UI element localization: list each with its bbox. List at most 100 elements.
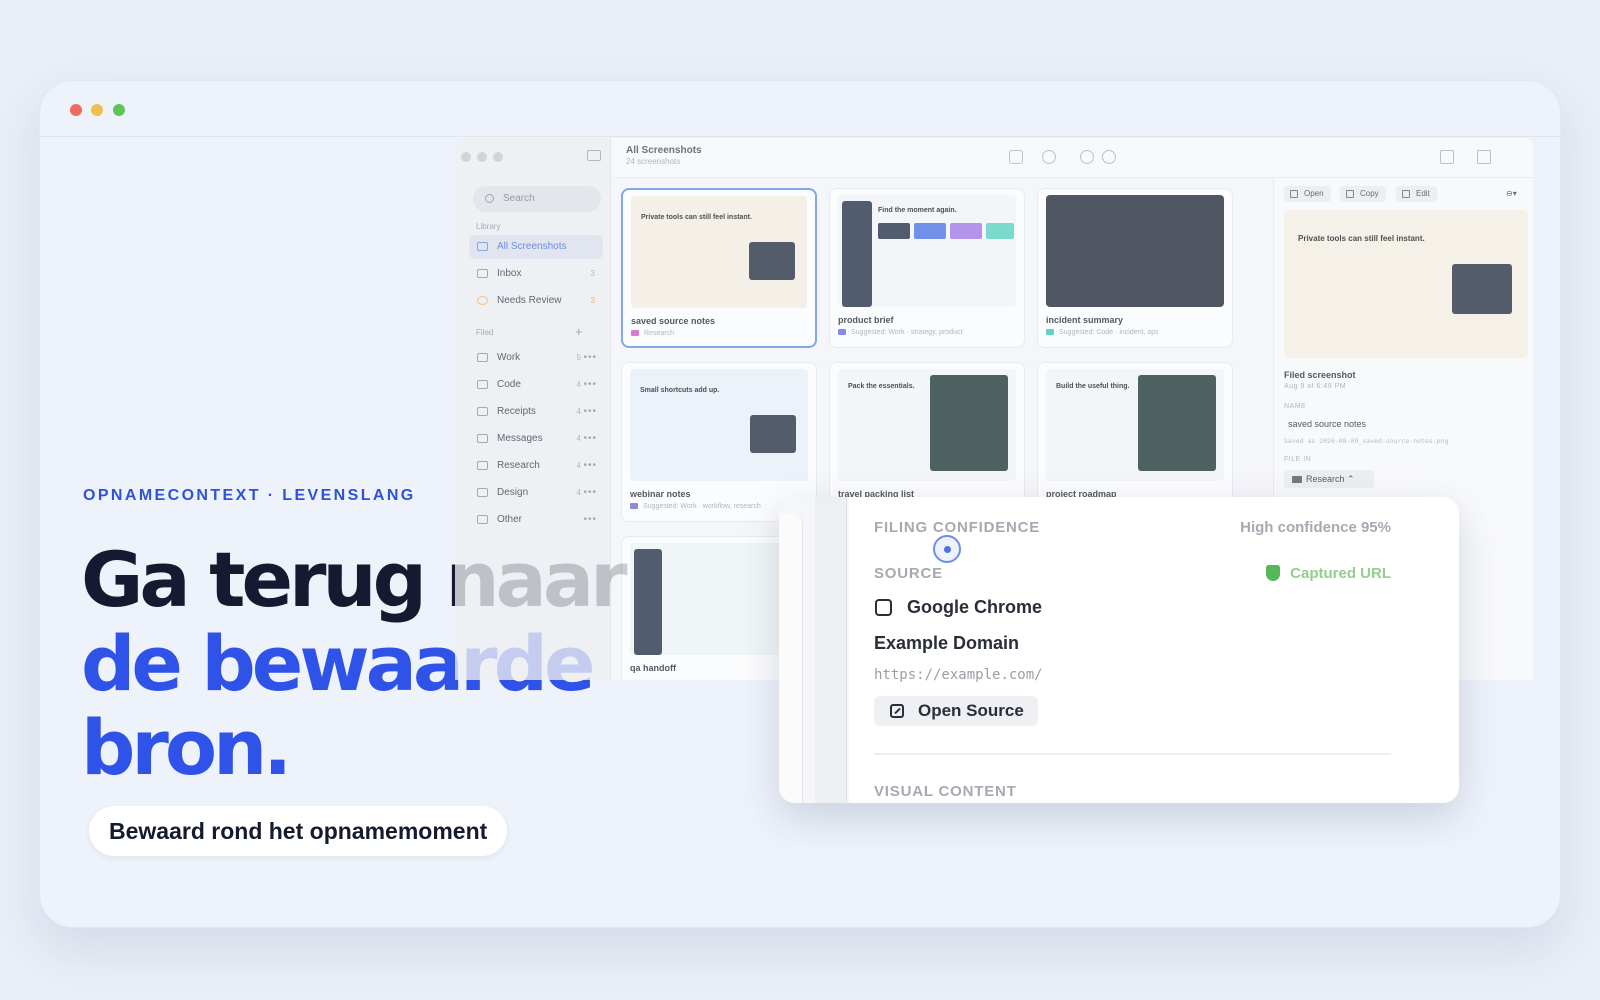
thumb-title: Private tools can still feel instant. (641, 214, 752, 221)
sidebar-item-code[interactable]: Code 4 ••• (469, 373, 603, 397)
filter-icon[interactable] (1042, 150, 1056, 164)
source-label: SOURCE (874, 565, 943, 582)
shield-check-icon (1266, 565, 1281, 581)
more-options-button[interactable]: ⊖▾ (1500, 186, 1523, 202)
detail-preview: Private tools can still feel instant. (1284, 210, 1528, 358)
sidebar-item-messages[interactable]: Messages 4 ••• (469, 427, 603, 451)
count-badge: 3 (590, 269, 595, 278)
sidebar: Search Library All Screenshots Inbox 3 Ne… (455, 138, 611, 680)
sidebar-item-label: Messages (497, 433, 543, 444)
search-input[interactable]: Search (473, 186, 601, 212)
sidebar-item-research[interactable]: Research 4 ••• (469, 454, 603, 478)
sidebar-item-inbox[interactable]: Inbox 3 (469, 262, 603, 286)
sidebar-item-all-screenshots[interactable]: All Screenshots (469, 235, 603, 259)
thumb-title: Build the useful thing. (1056, 383, 1130, 390)
library-section-label: Library (476, 222, 501, 231)
card-thumbnail: Find the moment again. (838, 195, 1016, 307)
zoom-callout: FILING CONFIDENCE High confidence 95% SO… (779, 497, 1459, 803)
clipboard-icon[interactable] (1009, 150, 1023, 164)
folder-icon (477, 434, 488, 443)
card-name: qa handoff (630, 663, 676, 673)
thumb-block (914, 223, 946, 239)
card-meta: Research (631, 330, 674, 337)
browser-app-icon (875, 599, 892, 616)
filing-confidence-label: FILING CONFIDENCE (874, 519, 1041, 536)
thumb-title: Pack the essentials. (848, 383, 915, 390)
minimize-dot-icon[interactable] (477, 152, 487, 162)
sidebar-item-label: Other (497, 514, 523, 525)
sidebar-item-label: Needs Review (497, 295, 562, 306)
card-meta: Suggested: Code · incident, ops (1046, 329, 1159, 336)
count-badge: 4 (576, 488, 581, 497)
count-badge: 4 (576, 407, 581, 416)
close-dot-icon[interactable] (461, 152, 471, 162)
search-icon (485, 194, 494, 203)
more-icon[interactable]: ••• (583, 346, 597, 370)
folder-icon (477, 407, 488, 416)
copy-button[interactable]: Copy (1340, 186, 1386, 202)
folder-icon (477, 515, 488, 524)
screenshot-card[interactable]: incident summary Suggested: Code · incid… (1037, 188, 1233, 348)
folder-icon (838, 329, 846, 336)
screenshot-card[interactable]: Find the moment again. product brief Sug… (829, 188, 1025, 348)
view-options-icon[interactable] (1440, 150, 1454, 164)
open-external-icon (890, 704, 904, 718)
thumb-popover (749, 242, 795, 280)
more-icon[interactable]: ••• (583, 481, 597, 505)
sidebar-item-label: Receipts (497, 406, 536, 417)
card-meta-text: Suggested: Work · strategy, product (851, 329, 963, 336)
card-name: webinar notes (630, 489, 691, 499)
open-source-button[interactable]: Open Source (874, 696, 1038, 726)
source-url[interactable]: https://example.com/ (874, 667, 1043, 683)
preview-popover (1452, 264, 1512, 314)
more-icon[interactable]: ••• (583, 400, 597, 424)
zoom-window-button[interactable] (113, 104, 125, 116)
open-button[interactable]: Open (1284, 186, 1331, 202)
sidebar-item-other[interactable]: Other ••• (469, 508, 603, 532)
card-name: product brief (838, 315, 894, 325)
card-meta: Suggested: Work · workflow, research (630, 503, 761, 510)
window-titlebar (40, 81, 1560, 137)
card-thumbnail: Pack the essentials. (838, 369, 1016, 481)
sidebar-item-work[interactable]: Work 5 ••• (469, 346, 603, 370)
minimize-window-button[interactable] (91, 104, 103, 116)
folder-icon (477, 488, 488, 497)
filed-time: Aug 9 at 6:49 PM (1284, 383, 1347, 390)
copy-icon (1346, 190, 1354, 198)
more-icon[interactable]: ••• (583, 427, 597, 451)
headline-line-3: bron. (81, 703, 292, 792)
callout-rail-card (779, 513, 803, 803)
thumb-title: Small shortcuts add up. (640, 387, 720, 394)
sidebar-item-receipts[interactable]: Receipts 4 ••• (469, 400, 603, 424)
sidebar-item-label: Research (497, 460, 540, 471)
filed-heading: Filed screenshot (1284, 370, 1356, 380)
file-in-label: FILE IN (1284, 456, 1312, 463)
edit-button[interactable]: Edit (1396, 186, 1437, 202)
count-badge: 5 (576, 353, 581, 362)
folder-icon (477, 461, 488, 470)
name-field[interactable]: saved source notes (1288, 419, 1366, 429)
hero-eyebrow: OPNAMECONTEXT · LEVENSLANG (83, 487, 416, 504)
captured-text: Captured URL (1290, 565, 1391, 582)
close-window-button[interactable] (70, 104, 82, 116)
thumb-sidebar (634, 549, 662, 655)
edit-label: Edit (1416, 189, 1430, 198)
file-in-select[interactable]: Research ⌃ (1284, 470, 1374, 488)
sidebar-item-design[interactable]: Design 4 ••• (469, 481, 603, 505)
edit-icon (1402, 190, 1410, 198)
zoom-dot-icon[interactable] (493, 152, 503, 162)
sidebar-item-needs-review[interactable]: Needs Review 3 (469, 289, 603, 313)
more-icon[interactable]: ••• (583, 508, 597, 532)
card-thumbnail: Small shortcuts add up. (630, 369, 808, 481)
thumb-sidebar (842, 201, 872, 307)
sort-icon[interactable] (1477, 150, 1491, 164)
gear-icon[interactable] (1102, 150, 1116, 164)
hero-pill: Bewaard rond het opnamemoment (89, 806, 508, 856)
add-folder-icon[interactable]: + (575, 324, 583, 339)
more-icon[interactable]: ••• (583, 454, 597, 478)
more-icon[interactable]: ••• (583, 373, 597, 397)
screenshot-card[interactable]: Private tools can still feel instant. sa… (621, 188, 817, 348)
sidebar-toggle-icon[interactable] (587, 150, 601, 161)
refresh-icon[interactable] (1080, 150, 1094, 164)
open-icon (1290, 190, 1298, 198)
